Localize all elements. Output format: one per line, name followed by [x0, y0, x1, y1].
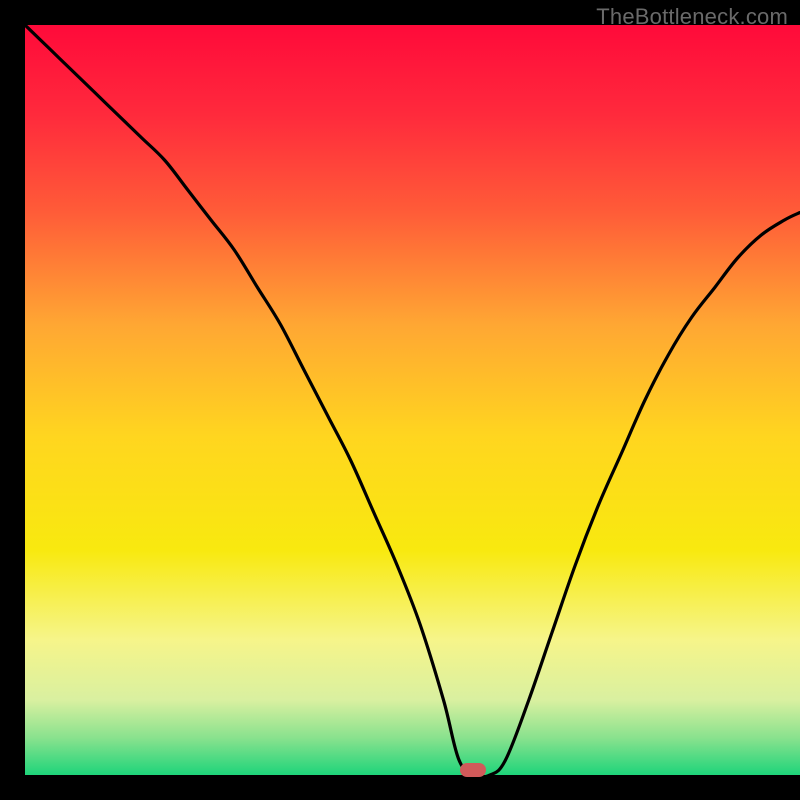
optimal-point-marker: [460, 763, 486, 777]
chart-container: { "watermark": "TheBottleneck.com", "plo…: [0, 0, 800, 800]
watermark-text: TheBottleneck.com: [596, 4, 788, 30]
chart-svg: [0, 0, 800, 800]
